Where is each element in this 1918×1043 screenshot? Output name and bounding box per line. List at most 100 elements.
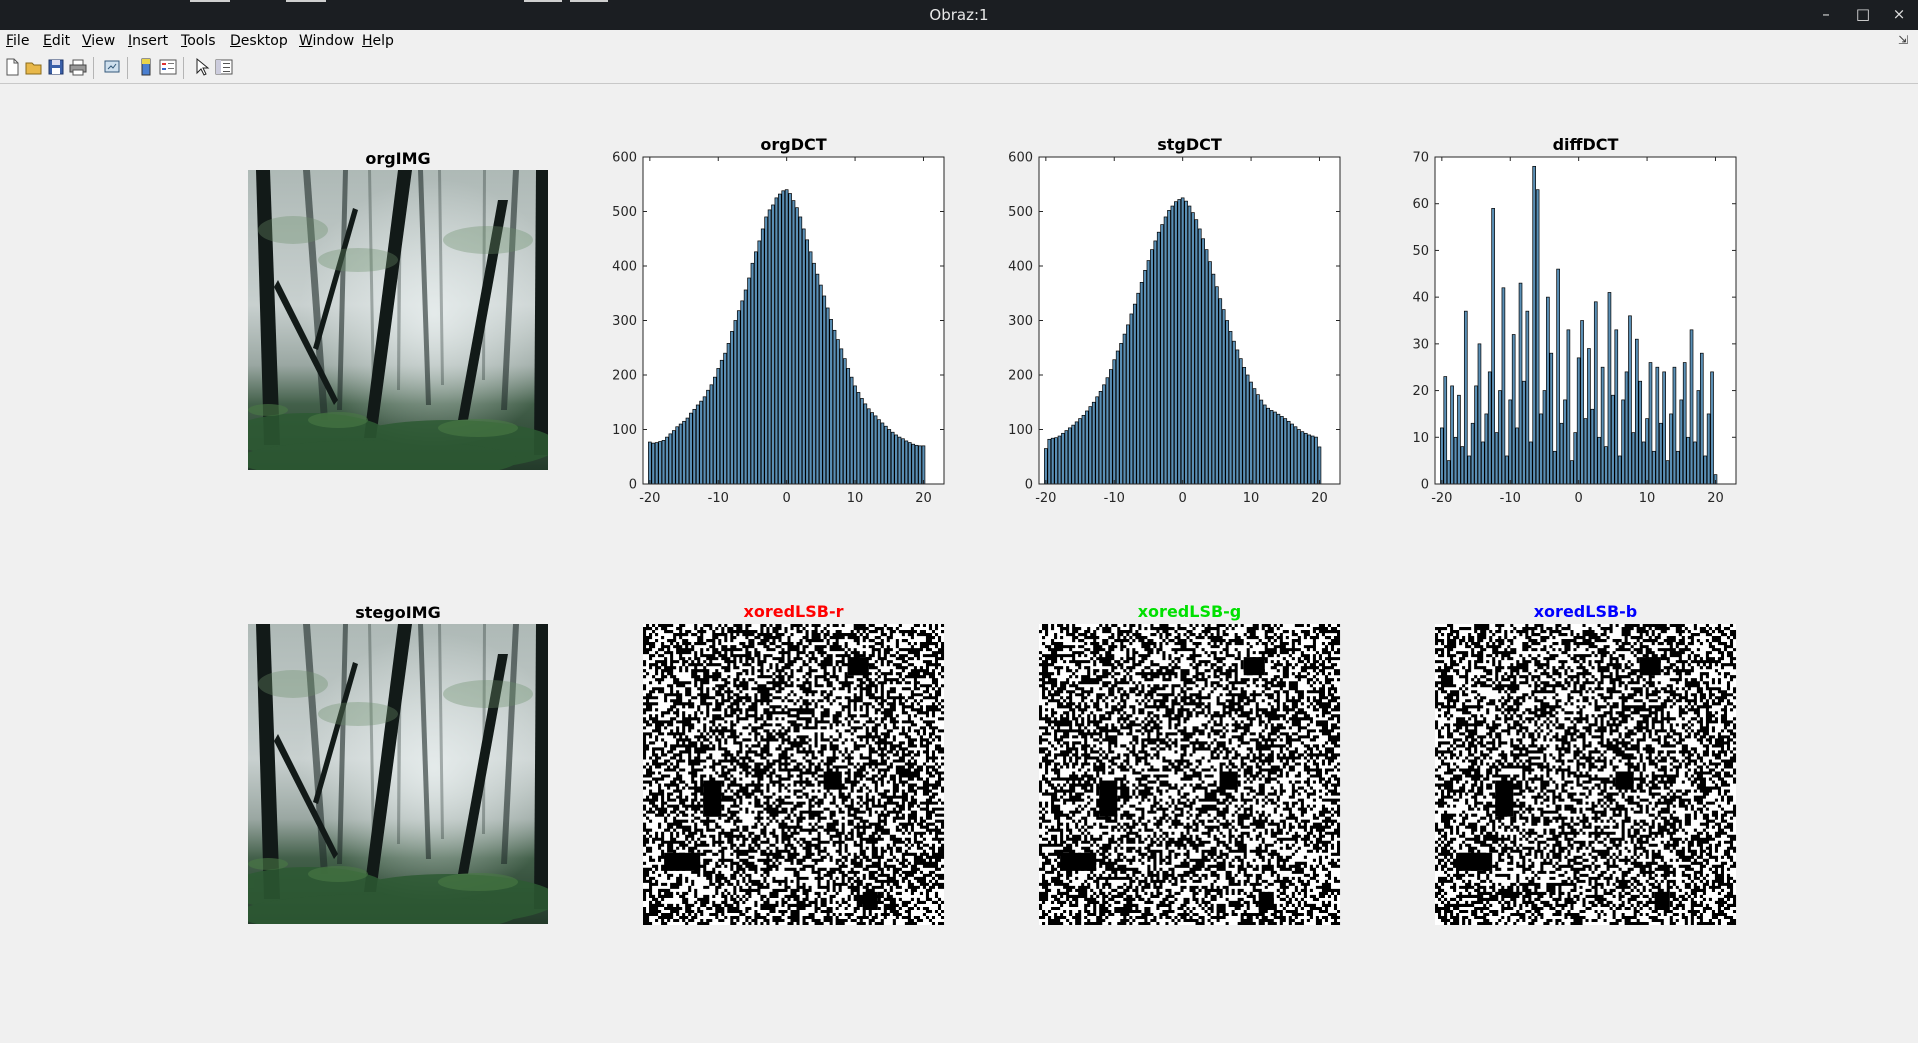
histogram-bar xyxy=(1467,455,1472,485)
histogram-bar xyxy=(791,200,796,485)
histogram-bar xyxy=(1061,432,1065,485)
histogram-bar xyxy=(1167,210,1171,485)
histogram-bar xyxy=(658,441,662,485)
histogram-bar xyxy=(1266,407,1270,485)
histogram-bar xyxy=(1518,282,1523,485)
histogram-bar xyxy=(1624,371,1629,485)
histogram-bar xyxy=(1050,437,1055,485)
histogram-bar xyxy=(1119,343,1123,485)
x-tick-label: 10 xyxy=(1639,491,1656,506)
histogram-bar xyxy=(1067,427,1072,485)
histogram-bar xyxy=(890,431,895,485)
y-tick-label: 400 xyxy=(1008,260,1033,275)
histogram-bar xyxy=(665,436,669,485)
histogram-bar xyxy=(1136,292,1140,485)
histogram-bar xyxy=(1259,399,1264,485)
histogram-bar xyxy=(1088,406,1093,485)
y-tick-label: 300 xyxy=(612,314,637,329)
histogram-bar xyxy=(839,348,844,485)
y-tick-label: 200 xyxy=(1008,369,1033,384)
histogram-bar xyxy=(781,190,786,485)
histogram-bar xyxy=(856,392,861,485)
xored-lsb-g-map xyxy=(1039,624,1341,926)
diffdct-histogram: diffDCT -20 -10 0 10 20 0 10 20 30 40 50 60 70 xyxy=(1412,135,1737,506)
histogram-bar xyxy=(1163,216,1168,485)
x-tick-label: -10 xyxy=(1500,491,1521,506)
histogram-bar xyxy=(695,404,700,485)
histogram-bar xyxy=(1590,408,1595,485)
histogram-bar xyxy=(1515,427,1519,485)
histogram-bar xyxy=(1160,224,1164,485)
histogram-bar xyxy=(1283,418,1288,485)
lsb-black-block xyxy=(703,780,722,817)
histogram-bar xyxy=(1174,201,1178,485)
histogram-bar xyxy=(1132,303,1137,485)
histogram-bar xyxy=(682,420,686,485)
histogram-bar xyxy=(1047,438,1052,485)
histogram-bar xyxy=(1310,435,1315,485)
histogram-bar xyxy=(1446,460,1451,485)
histogram-bar xyxy=(750,262,755,485)
histogram-bar xyxy=(1177,199,1182,485)
histogram-bar xyxy=(1648,362,1653,485)
x-tick-label: 20 xyxy=(1311,491,1328,506)
histogram-bar xyxy=(1508,399,1513,485)
histogram-bar xyxy=(1699,352,1704,485)
histogram-bar xyxy=(1481,441,1485,485)
histogram-bar xyxy=(1477,343,1482,485)
histogram-bar xyxy=(1115,350,1120,485)
histogram-bar xyxy=(760,228,765,485)
histogram-bar xyxy=(1095,396,1099,485)
histogram-bar xyxy=(805,239,809,485)
x-tick-label: -20 xyxy=(1431,491,1452,506)
histogram-bar xyxy=(1290,423,1294,485)
x-tick-label: -10 xyxy=(708,491,729,506)
xored-lsb-b-title: xoredLSB-b xyxy=(1534,602,1638,621)
y-tick-label: 0 xyxy=(1421,478,1429,493)
stgdct-histogram: stgDCT -20 -10 0 10 200100200300400500600 xyxy=(1008,135,1341,506)
histogram-bar xyxy=(1453,436,1458,485)
histogram-bar xyxy=(1652,450,1656,485)
histogram-bar xyxy=(1498,390,1502,485)
histogram-bar xyxy=(1665,460,1670,485)
histogram-bar xyxy=(1105,377,1110,485)
histogram-bar xyxy=(706,389,710,485)
xored-lsb-r-title: xoredLSB-r xyxy=(744,602,844,621)
histogram-bar xyxy=(1280,416,1284,485)
histogram-bar xyxy=(757,240,762,485)
histogram-bar xyxy=(1593,301,1598,485)
x-tick-label: 0 xyxy=(1179,491,1187,506)
histogram-bar xyxy=(1638,380,1643,485)
x-tick-label: -20 xyxy=(639,491,660,506)
lsb-black-block xyxy=(823,771,842,790)
histogram-bar xyxy=(1682,362,1687,485)
histogram-bar xyxy=(1463,310,1468,485)
histogram-bar xyxy=(1245,374,1250,485)
histogram-bar xyxy=(870,412,874,485)
histogram-bar xyxy=(1634,338,1639,485)
orgdct-title: orgDCT xyxy=(760,135,826,154)
histogram-bar xyxy=(1539,413,1543,485)
lsb-black-block xyxy=(1654,891,1670,910)
histogram-bar xyxy=(754,251,758,485)
histogram-bar xyxy=(877,419,881,485)
histogram-bar xyxy=(1218,298,1223,485)
histogram-bar xyxy=(1269,410,1274,485)
histogram-bar xyxy=(1242,367,1247,485)
diffdct-title: diffDCT xyxy=(1553,135,1619,154)
histogram-bar xyxy=(1645,418,1649,485)
histogram-bar xyxy=(1576,357,1581,485)
histogram-bar xyxy=(822,295,827,485)
histogram-bar xyxy=(1054,437,1058,485)
histogram-bar xyxy=(1549,352,1554,485)
histogram-bar xyxy=(1511,334,1516,485)
histogram-bar xyxy=(1587,348,1591,485)
histogram-bar xyxy=(1307,434,1312,485)
histogram-bar xyxy=(1696,390,1701,485)
histogram-bar xyxy=(764,216,768,485)
histogram-bar xyxy=(1460,446,1465,485)
y-tick-label: 600 xyxy=(1008,151,1033,166)
histogram-bar xyxy=(1669,413,1673,485)
y-tick-label: 600 xyxy=(612,151,637,166)
histogram-bar xyxy=(825,307,830,485)
